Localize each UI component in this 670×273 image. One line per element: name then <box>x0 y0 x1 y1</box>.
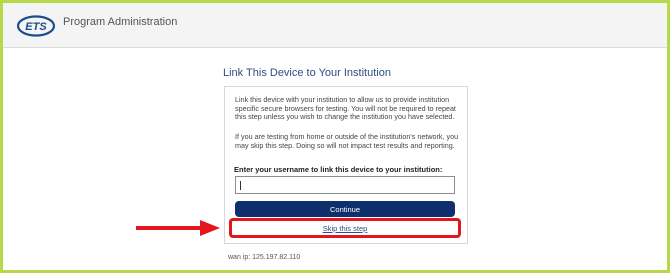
svg-text:ETS: ETS <box>25 21 47 33</box>
skip-this-step-link[interactable]: Skip this step <box>232 224 458 233</box>
red-arrow-icon <box>136 220 220 236</box>
skip-highlight-box: Skip this step <box>229 218 461 238</box>
page-header: ETS Program Administration <box>3 3 667 48</box>
program-title: Program Administration <box>63 16 178 28</box>
continue-button[interactable]: Continue <box>235 201 455 217</box>
intro-text: Link this device with your institution t… <box>235 95 456 121</box>
page-title: Link This Device to Your Institution <box>223 67 391 79</box>
skip-info-text: If you are testing from home or outside … <box>235 132 459 150</box>
text-caret <box>240 181 241 190</box>
wan-ip-text: wan ip: 125.197.82.110 <box>228 254 301 261</box>
ets-logo: ETS <box>17 15 56 37</box>
username-prompt: Enter your username to link this device … <box>234 165 443 174</box>
username-input[interactable] <box>235 176 455 194</box>
